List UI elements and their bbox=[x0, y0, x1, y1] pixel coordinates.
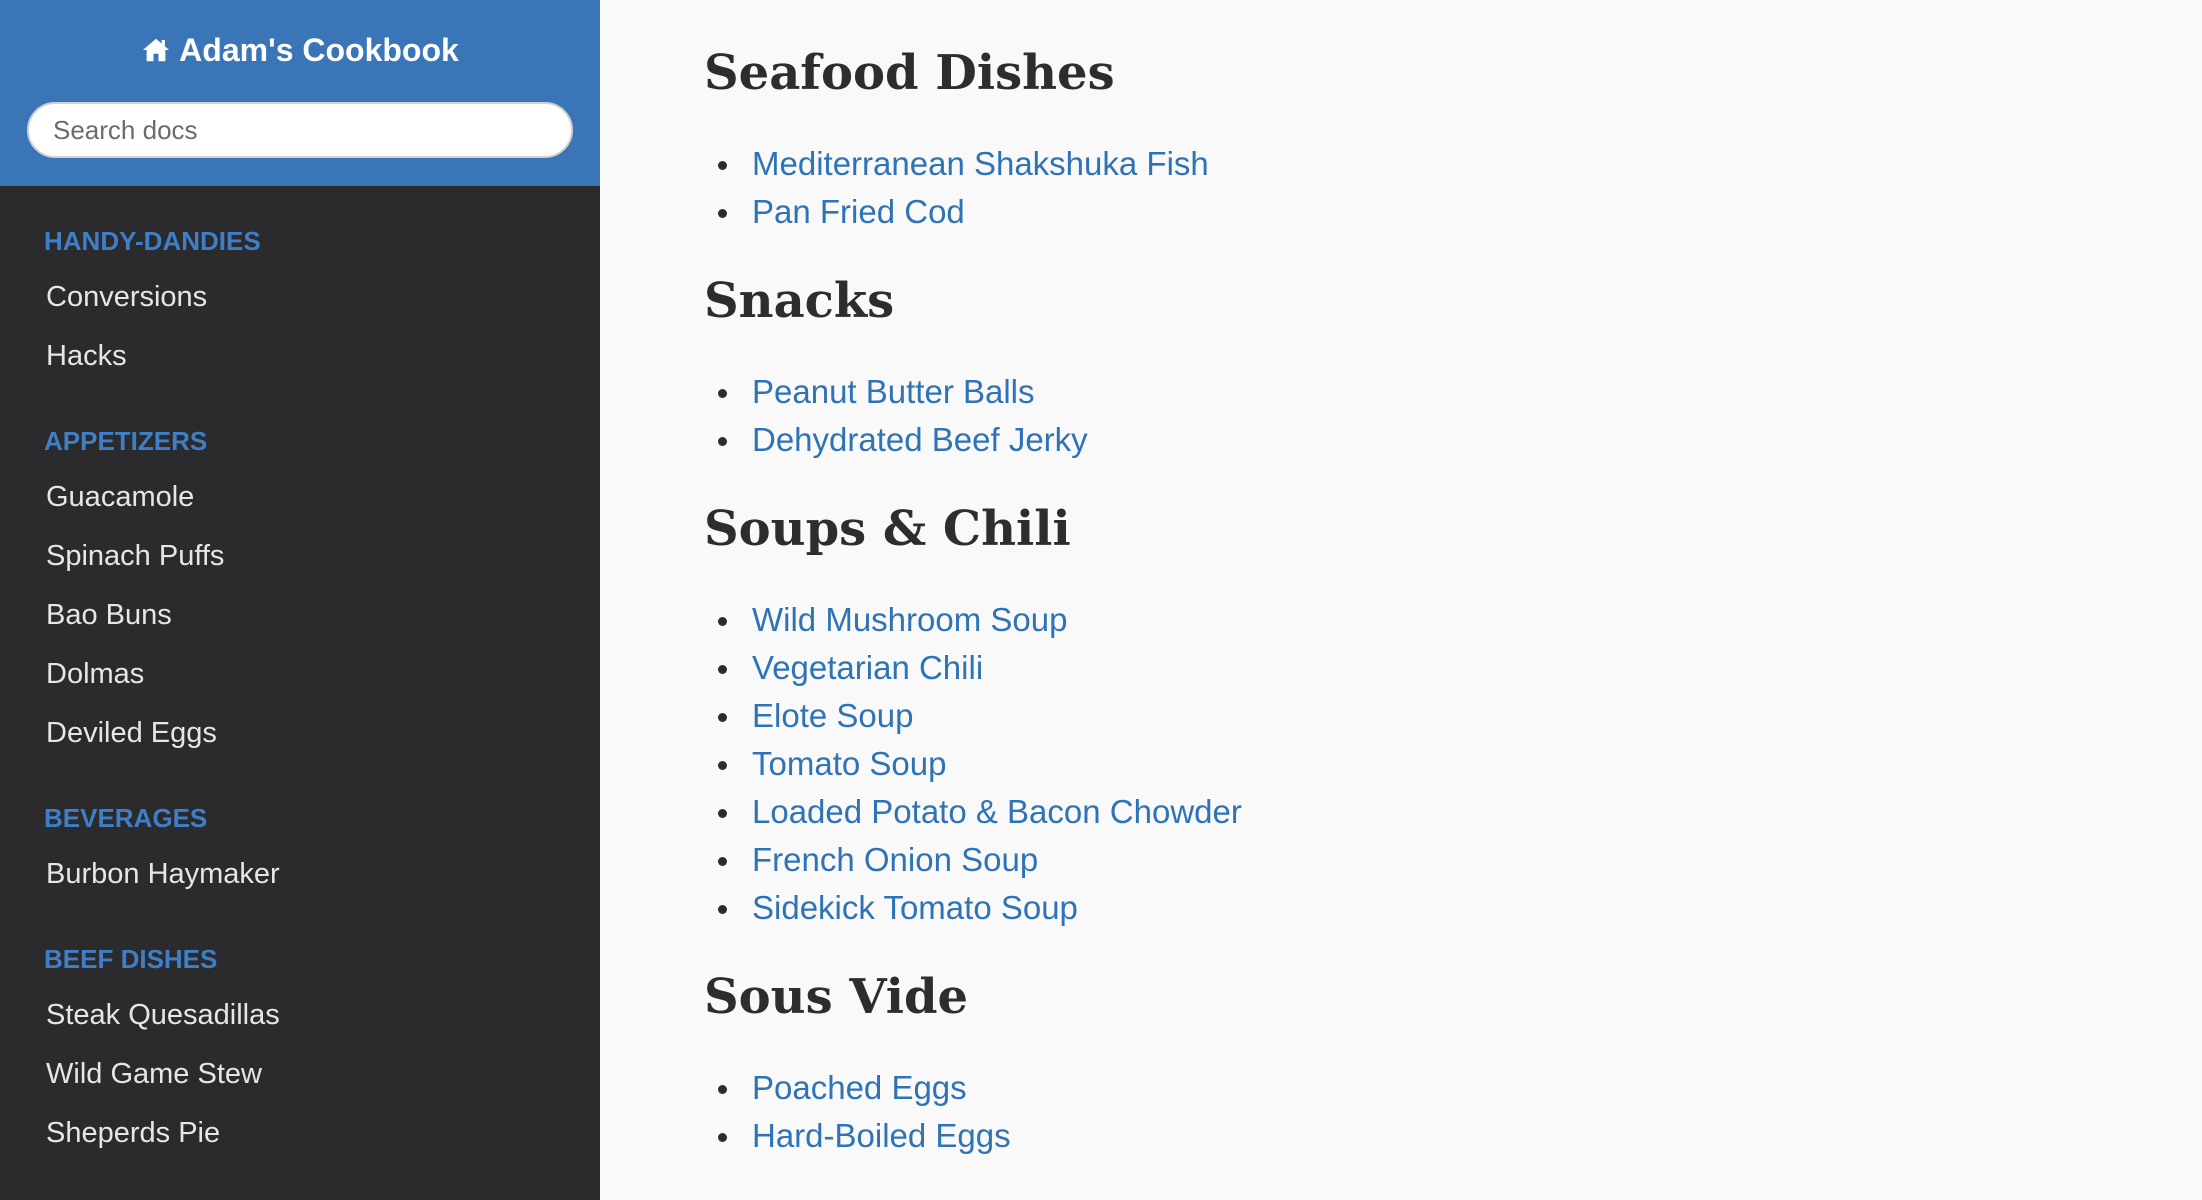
recipe-link[interactable]: Peanut Butter Balls bbox=[752, 373, 1035, 410]
brand-title: Adam's Cookbook bbox=[179, 31, 459, 68]
sidebar-item-steak-quesadillas[interactable]: Steak Quesadillas bbox=[0, 986, 600, 1045]
sidebar-header: Adam's Cookbook bbox=[0, 0, 600, 186]
nav-section-appetizers: APPETIZERS Guacamole Spinach Puffs Bao B… bbox=[0, 424, 600, 763]
section-heading: Seafood Dishes bbox=[704, 45, 1115, 101]
recipe-list: Wild Mushroom Soup Vegetarian Chili Elot… bbox=[704, 596, 2202, 932]
sidebar-item-sheperds-pie[interactable]: Sheperds Pie bbox=[0, 1104, 600, 1163]
sidebar-nav: HANDY-DANDIES Conversions Hacks APPETIZE… bbox=[0, 186, 600, 1163]
nav-caption: BEVERAGES bbox=[44, 803, 208, 833]
docs-page: Adam's Cookbook HANDY-DANDIES Conversion… bbox=[0, 0, 2202, 1200]
nav-caption: BEEF DISHES bbox=[44, 944, 218, 974]
sidebar-item-guacamole[interactable]: Guacamole bbox=[0, 468, 600, 527]
list-item: Dehydrated Beef Jerky bbox=[704, 416, 2202, 464]
list-item: French Onion Soup bbox=[704, 836, 2202, 884]
section-snacks: Snacks Peanut Butter Balls Dehydrated Be… bbox=[704, 266, 2202, 464]
home-icon bbox=[141, 35, 171, 65]
recipe-link[interactable]: Mediterranean Shakshuka Fish bbox=[752, 145, 1209, 182]
recipe-link[interactable]: Pan Fried Cod bbox=[752, 193, 965, 230]
section-seafood-dishes: Seafood Dishes Mediterranean Shakshuka F… bbox=[704, 38, 2202, 236]
list-item: Pan Fried Cod bbox=[704, 188, 2202, 236]
sidebar-item-conversions[interactable]: Conversions bbox=[0, 268, 600, 327]
recipe-link[interactable]: Loaded Potato & Bacon Chowder bbox=[752, 793, 1242, 830]
section-heading: Sous Vide bbox=[704, 969, 969, 1025]
sidebar-item-spinach-puffs[interactable]: Spinach Puffs bbox=[0, 527, 600, 586]
search-input[interactable] bbox=[27, 102, 573, 158]
list-item: Elote Soup bbox=[704, 692, 2202, 740]
list-item: Tomato Soup bbox=[704, 740, 2202, 788]
recipe-link[interactable]: Hard-Boiled Eggs bbox=[752, 1117, 1011, 1154]
section-sous-vide: Sous Vide Poached Eggs Hard-Boiled Eggs bbox=[704, 962, 2202, 1160]
list-item: Sidekick Tomato Soup bbox=[704, 884, 2202, 932]
recipe-list: Peanut Butter Balls Dehydrated Beef Jerk… bbox=[704, 368, 2202, 464]
sidebar-item-wild-game-stew[interactable]: Wild Game Stew bbox=[0, 1045, 600, 1104]
sidebar-item-dolmas[interactable]: Dolmas bbox=[0, 645, 600, 704]
list-item: Loaded Potato & Bacon Chowder bbox=[704, 788, 2202, 836]
recipe-list: Mediterranean Shakshuka Fish Pan Fried C… bbox=[704, 140, 2202, 236]
recipe-link[interactable]: French Onion Soup bbox=[752, 841, 1038, 878]
recipe-link[interactable]: Poached Eggs bbox=[752, 1069, 967, 1106]
nav-section-beef-dishes: BEEF DISHES Steak Quesadillas Wild Game … bbox=[0, 942, 600, 1163]
list-item: Hard-Boiled Eggs bbox=[704, 1112, 2202, 1160]
nav-caption: APPETIZERS bbox=[44, 426, 208, 456]
search-form bbox=[0, 102, 600, 158]
sidebar-item-deviled-eggs[interactable]: Deviled Eggs bbox=[0, 704, 600, 763]
recipe-link[interactable]: Vegetarian Chili bbox=[752, 649, 983, 686]
recipe-link[interactable]: Sidekick Tomato Soup bbox=[752, 889, 1078, 926]
list-item: Mediterranean Shakshuka Fish bbox=[704, 140, 2202, 188]
recipe-link[interactable]: Tomato Soup bbox=[752, 745, 946, 782]
nav-section-handy-dandies: HANDY-DANDIES Conversions Hacks bbox=[0, 224, 600, 386]
list-item: Wild Mushroom Soup bbox=[704, 596, 2202, 644]
sidebar: Adam's Cookbook HANDY-DANDIES Conversion… bbox=[0, 0, 600, 1200]
list-item: Vegetarian Chili bbox=[704, 644, 2202, 692]
recipe-list: Poached Eggs Hard-Boiled Eggs bbox=[704, 1064, 2202, 1160]
section-soups-chili: Soups & Chili Wild Mushroom Soup Vegetar… bbox=[704, 494, 2202, 932]
sidebar-item-hacks[interactable]: Hacks bbox=[0, 327, 600, 386]
list-item: Poached Eggs bbox=[704, 1064, 2202, 1112]
brand-link[interactable]: Adam's Cookbook bbox=[0, 28, 600, 72]
sidebar-item-burbon-haymaker[interactable]: Burbon Haymaker bbox=[0, 845, 600, 904]
nav-caption: HANDY-DANDIES bbox=[44, 226, 261, 256]
recipe-link[interactable]: Elote Soup bbox=[752, 697, 913, 734]
recipe-link[interactable]: Wild Mushroom Soup bbox=[752, 601, 1067, 638]
recipe-link[interactable]: Dehydrated Beef Jerky bbox=[752, 421, 1088, 458]
list-item: Peanut Butter Balls bbox=[704, 368, 2202, 416]
nav-section-beverages: BEVERAGES Burbon Haymaker bbox=[0, 801, 600, 904]
section-heading: Snacks bbox=[704, 273, 895, 329]
section-heading: Soups & Chili bbox=[704, 501, 1071, 557]
sidebar-item-bao-buns[interactable]: Bao Buns bbox=[0, 586, 600, 645]
main-content: Seafood Dishes Mediterranean Shakshuka F… bbox=[600, 0, 2202, 1200]
